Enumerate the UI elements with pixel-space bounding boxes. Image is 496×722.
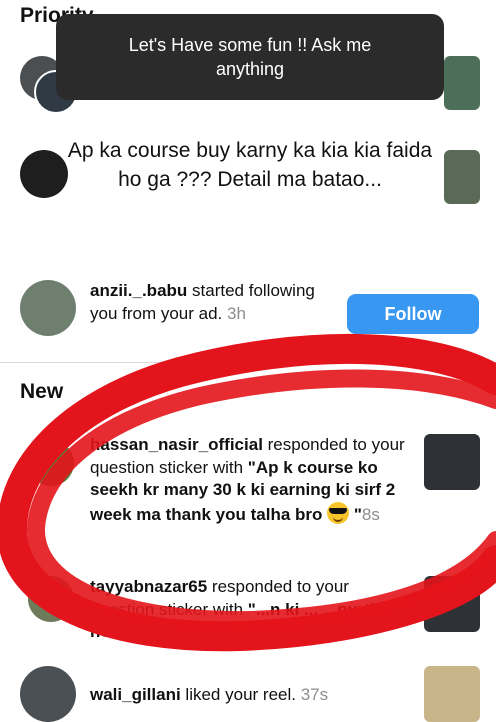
question-sticker-bubble: Let's Have some fun !! Ask me anything [56, 14, 444, 100]
username[interactable]: tayyabnazar65 [90, 577, 207, 596]
avatar[interactable] [20, 666, 76, 722]
username[interactable]: anzii._.babu [90, 281, 187, 300]
story-thumbnail[interactable] [424, 576, 480, 632]
timestamp: 37s [300, 685, 329, 704]
timestamp: 8s [361, 504, 380, 524]
question-sticker-text: Let's Have some fun !! Ask me anything [128, 35, 372, 79]
follow-button[interactable]: Follow [347, 294, 479, 334]
notification-question-response[interactable]: hassan_nasir_official responded to your … [90, 434, 408, 526]
avatar[interactable] [28, 576, 74, 622]
question-reply-text: Ap ka course buy karny ka kia kia faida … [67, 139, 433, 191]
notification-question-response[interactable]: tayyabnazar65 responded to your question… [90, 576, 408, 644]
avatar[interactable] [28, 440, 74, 486]
timestamp: 16s [123, 622, 151, 641]
story-thumbnail[interactable] [424, 434, 480, 490]
post-thumbnail[interactable] [444, 150, 480, 204]
section-divider [0, 362, 496, 363]
section-new-title: New [20, 380, 64, 403]
avatar[interactable] [20, 280, 76, 336]
post-thumbnail[interactable] [444, 56, 480, 110]
notification-follow[interactable]: anzii._.babu started following you from … [90, 280, 330, 325]
notification-text: liked your reel. [180, 685, 301, 704]
username[interactable]: wali_gillani [90, 685, 181, 704]
reply-text-end: " [349, 504, 362, 524]
sunglasses-emoji-icon [327, 501, 350, 524]
username[interactable]: hassan_nasir_official [90, 435, 263, 454]
notification-like[interactable]: wali_gillani liked your reel. 37s [90, 684, 408, 707]
timestamp: 3h [227, 303, 246, 323]
reel-thumbnail[interactable] [424, 666, 480, 722]
